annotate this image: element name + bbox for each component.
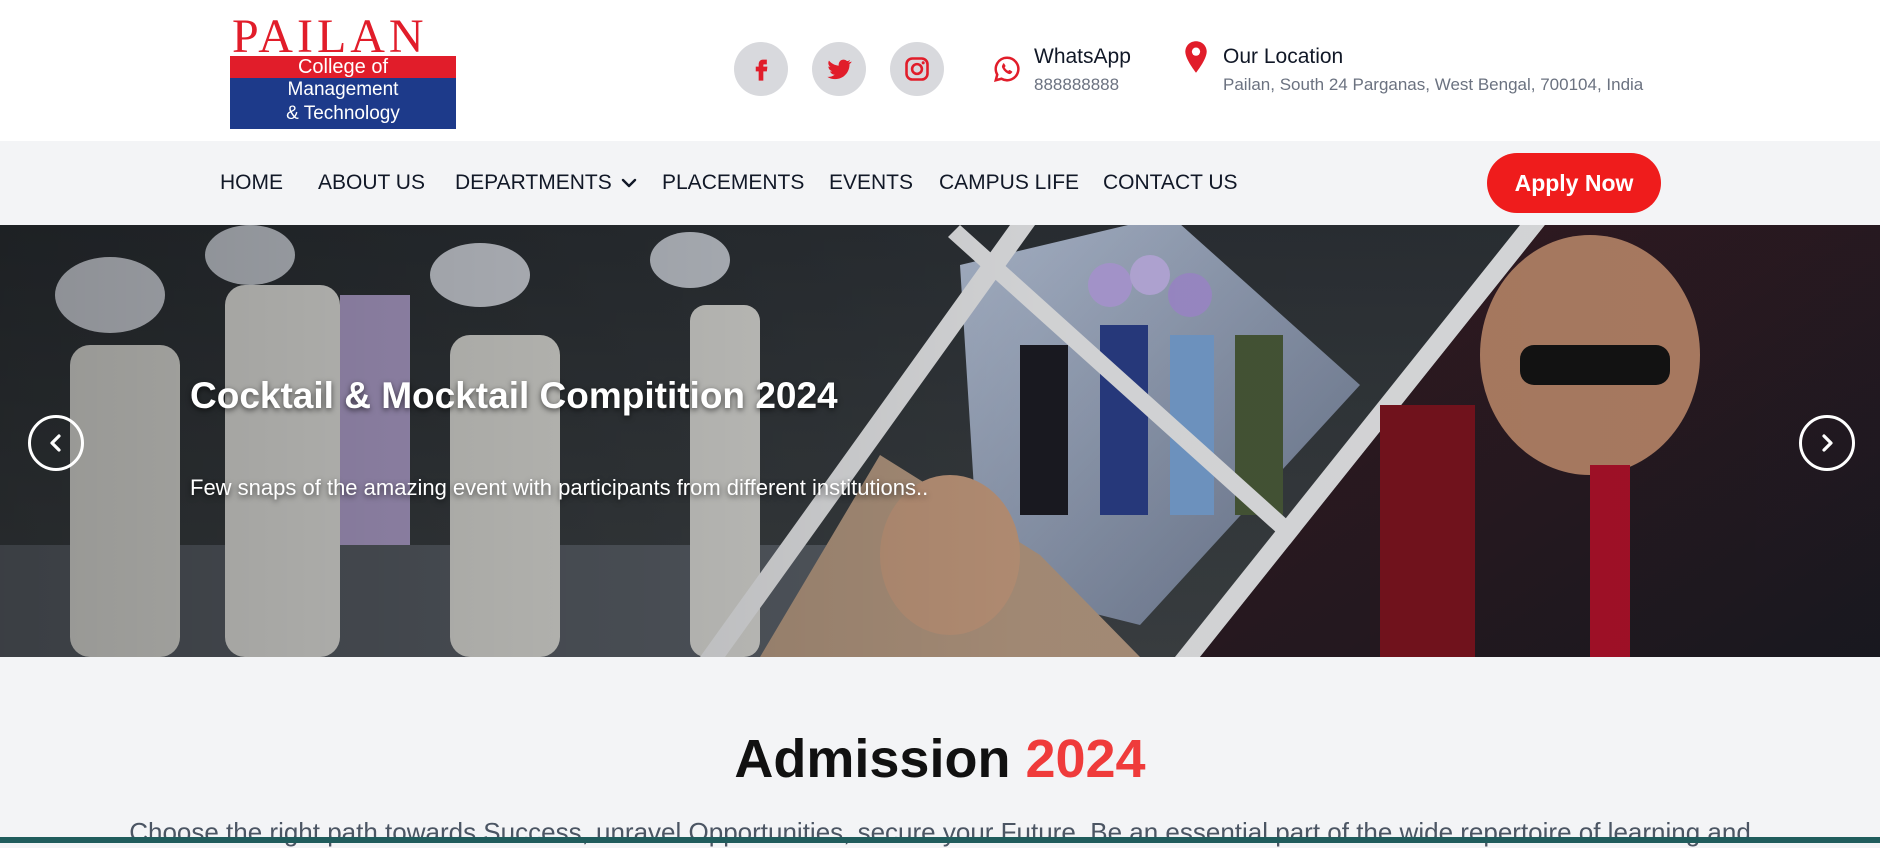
location-pin-icon (1185, 41, 1207, 73)
twitter-link[interactable] (812, 42, 866, 96)
admission-heading-year: 2024 (1025, 729, 1146, 789)
nav-events-label: EVENTS (829, 171, 914, 194)
twitter-icon (827, 59, 852, 80)
nav-about-us[interactable]: ABOUT US (318, 141, 425, 225)
facebook-icon (755, 59, 768, 81)
instagram-link[interactable] (890, 42, 944, 96)
nav-placements-label: PLACEMENTS (662, 171, 805, 194)
main-nav: HOME ABOUT US DEPARTMENTS PLACEMENTS EVE… (0, 141, 1880, 225)
nav-contact-us-label: CONTACT US (1103, 171, 1238, 194)
nav-contact-us[interactable]: CONTACT US (1103, 141, 1238, 225)
nav-departments-label: DEPARTMENTS (455, 171, 612, 194)
slide-subtitle: Few snaps of the amazing event with part… (190, 475, 929, 500)
nav-home-label: HOME (220, 171, 283, 194)
location-title: Our Location (1223, 45, 1344, 68)
admission-heading: Admission 2024 (0, 728, 1880, 790)
chevron-left-icon (50, 434, 61, 452)
logo-line-1: College of (230, 56, 456, 78)
college-logo[interactable]: PAILAN College of Management & Technolog… (230, 10, 458, 129)
whatsapp-title: WhatsApp (1034, 45, 1131, 68)
whatsapp-number[interactable]: 888888888 (1034, 75, 1119, 95)
top-header: PAILAN College of Management & Technolog… (0, 0, 1880, 141)
nav-campus-life[interactable]: CAMPUS LIFE (939, 141, 1079, 225)
admission-heading-word: Admission (734, 729, 1011, 789)
nav-departments[interactable]: DEPARTMENTS (455, 141, 638, 225)
logo-line-3: & Technology (230, 102, 456, 129)
apply-now-button[interactable]: Apply Now (1487, 153, 1661, 213)
logo-subtitle-box: College of Management & Technology (230, 56, 456, 129)
nav-campus-life-label: CAMPUS LIFE (939, 171, 1080, 194)
nav-events[interactable]: EVENTS (829, 141, 913, 225)
logo-line-2: Management (230, 78, 456, 103)
nav-about-us-label: ABOUT US (318, 171, 425, 194)
admission-intro-text: Choose the right path towards Success, u… (129, 817, 1751, 847)
logo-wordmark: PAILAN (232, 10, 428, 63)
bottom-border (0, 837, 1880, 843)
hero-slider: Cocktail & Mocktail Compitition 2024 Few… (0, 225, 1880, 657)
slider-next-button[interactable] (1799, 415, 1855, 471)
slider-prev-button[interactable] (28, 415, 84, 471)
location-address: Pailan, South 24 Parganas, West Bengal, … (1223, 75, 1644, 94)
chevron-down-icon (621, 178, 636, 188)
hero-collage-image (0, 225, 1880, 657)
instagram-icon (905, 57, 929, 81)
whatsapp-icon[interactable] (992, 54, 1022, 84)
chevron-right-icon (1822, 434, 1833, 452)
nav-placements[interactable]: PLACEMENTS (662, 141, 804, 225)
slide-title: Cocktail & Mocktail Compitition 2024 (190, 375, 838, 416)
facebook-link[interactable] (734, 42, 788, 96)
nav-home[interactable]: HOME (220, 141, 283, 225)
